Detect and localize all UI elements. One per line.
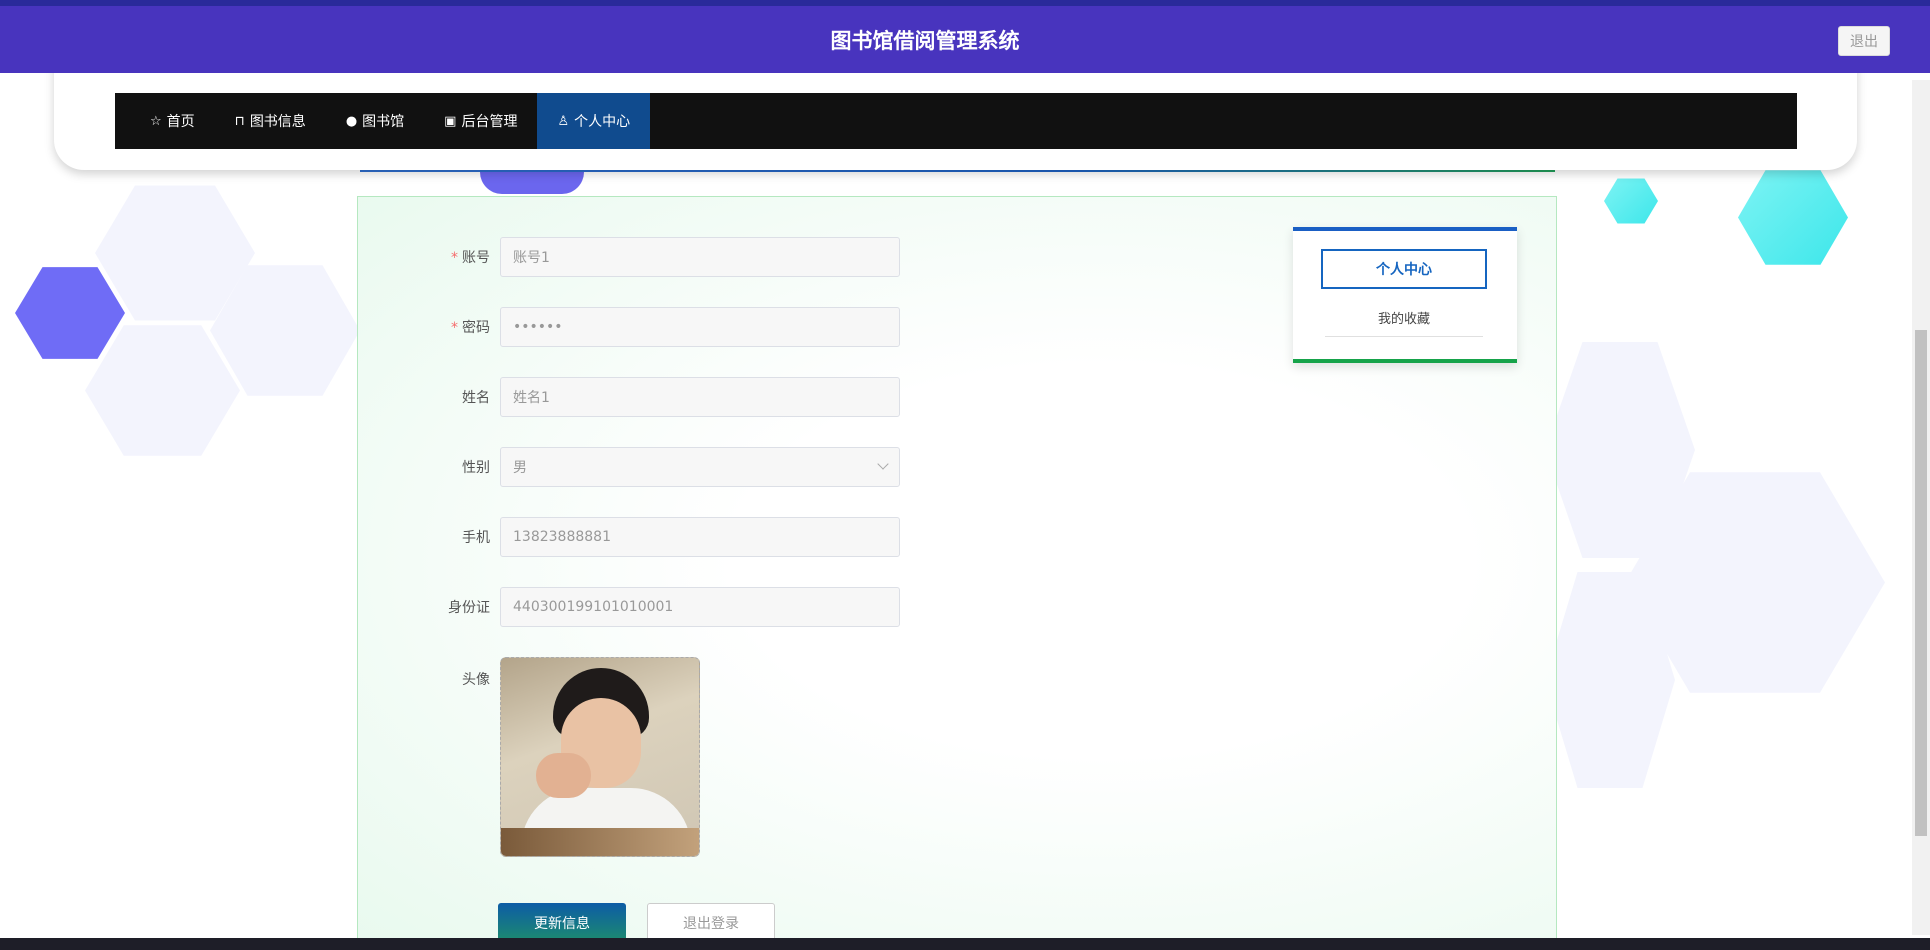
id-card-field[interactable]: 440300199101010001 <box>500 587 900 627</box>
account-label: * 账号 <box>451 250 490 266</box>
nav-item-label: 图书馆 <box>362 114 405 130</box>
avatar-label: 头像 <box>462 672 490 688</box>
bag-icon: ⊓ <box>234 113 245 129</box>
decor-hexagon <box>1738 170 1848 265</box>
side-menu: 个人中心 我的收藏 <box>1293 227 1517 363</box>
phone-field[interactable]: 13823888881 <box>500 517 900 557</box>
taskbar <box>0 938 1930 950</box>
profile-panel: * 账号 账号1 * 密码 •••••• 姓名 姓名1 性别 男 手机 138238… <box>357 196 1557 950</box>
briefcase-icon: ▣ <box>444 113 457 129</box>
decor-hexagon <box>1604 178 1658 224</box>
main-nav: ☆ 首页 ⊓ 图书信息 ● 图书馆 ▣ 后台管理 ♙ 个人中心 <box>115 93 1797 149</box>
nav-item-label: 图书信息 <box>249 114 306 130</box>
password-label: * 密码 <box>451 320 490 336</box>
nav-item-label: 后台管理 <box>461 114 518 130</box>
form-row-name: 姓名 姓名1 <box>358 377 900 417</box>
gender-label: 性别 <box>462 460 490 476</box>
update-info-button[interactable]: 更新信息 <box>498 903 626 943</box>
scrollbar-thumb[interactable] <box>1915 330 1927 836</box>
name-label: 姓名 <box>462 390 490 406</box>
page-title: 图书馆借阅管理系统 <box>830 28 1020 53</box>
form-row-gender: 性别 男 <box>358 447 900 487</box>
phone-label: 手机 <box>462 530 490 546</box>
info-icon: ● <box>345 113 358 129</box>
id-card-label: 身份证 <box>448 600 490 616</box>
nav-item-book-info[interactable]: ⊓ 图书信息 <box>215 93 326 149</box>
password-field[interactable]: •••••• <box>500 307 900 347</box>
gender-value: 男 <box>513 460 527 476</box>
form-row-id-card: 身份证 440300199101010001 <box>358 587 900 627</box>
logout-button[interactable]: 退出 <box>1838 26 1890 56</box>
decor-hexagon <box>15 267 125 359</box>
side-menu-item-profile[interactable]: 个人中心 <box>1321 249 1487 289</box>
name-field[interactable]: 姓名1 <box>500 377 900 417</box>
nav-item-label: 个人中心 <box>574 114 631 130</box>
top-header: 图书馆借阅管理系统 退出 <box>0 0 1930 73</box>
nav-item-admin[interactable]: ▣ 后台管理 <box>424 93 537 149</box>
nav-item-library[interactable]: ● 图书馆 <box>326 93 424 149</box>
star-icon: ☆ <box>150 113 162 129</box>
side-menu-item-favorites[interactable]: 我的收藏 <box>1325 299 1483 337</box>
form-row-phone: 手机 13823888881 <box>358 517 900 557</box>
user-icon: ♙ <box>557 113 570 129</box>
logout-account-button[interactable]: 退出登录 <box>647 903 775 943</box>
account-field[interactable]: 账号1 <box>500 237 900 277</box>
avatar-upload[interactable] <box>500 657 700 857</box>
scrollbar[interactable] <box>1912 80 1930 935</box>
gender-select[interactable]: 男 <box>500 447 900 487</box>
chevron-down-icon <box>877 458 889 470</box>
form-row-account: * 账号 账号1 <box>358 237 900 277</box>
nav-item-label: 首页 <box>166 114 195 130</box>
nav-item-home[interactable]: ☆ 首页 <box>115 93 215 149</box>
form-row-avatar: 头像 <box>358 657 700 857</box>
decor-tab <box>480 172 584 194</box>
nav-item-profile[interactable]: ♙ 个人中心 <box>537 93 651 149</box>
form-row-password: * 密码 •••••• <box>358 307 900 347</box>
